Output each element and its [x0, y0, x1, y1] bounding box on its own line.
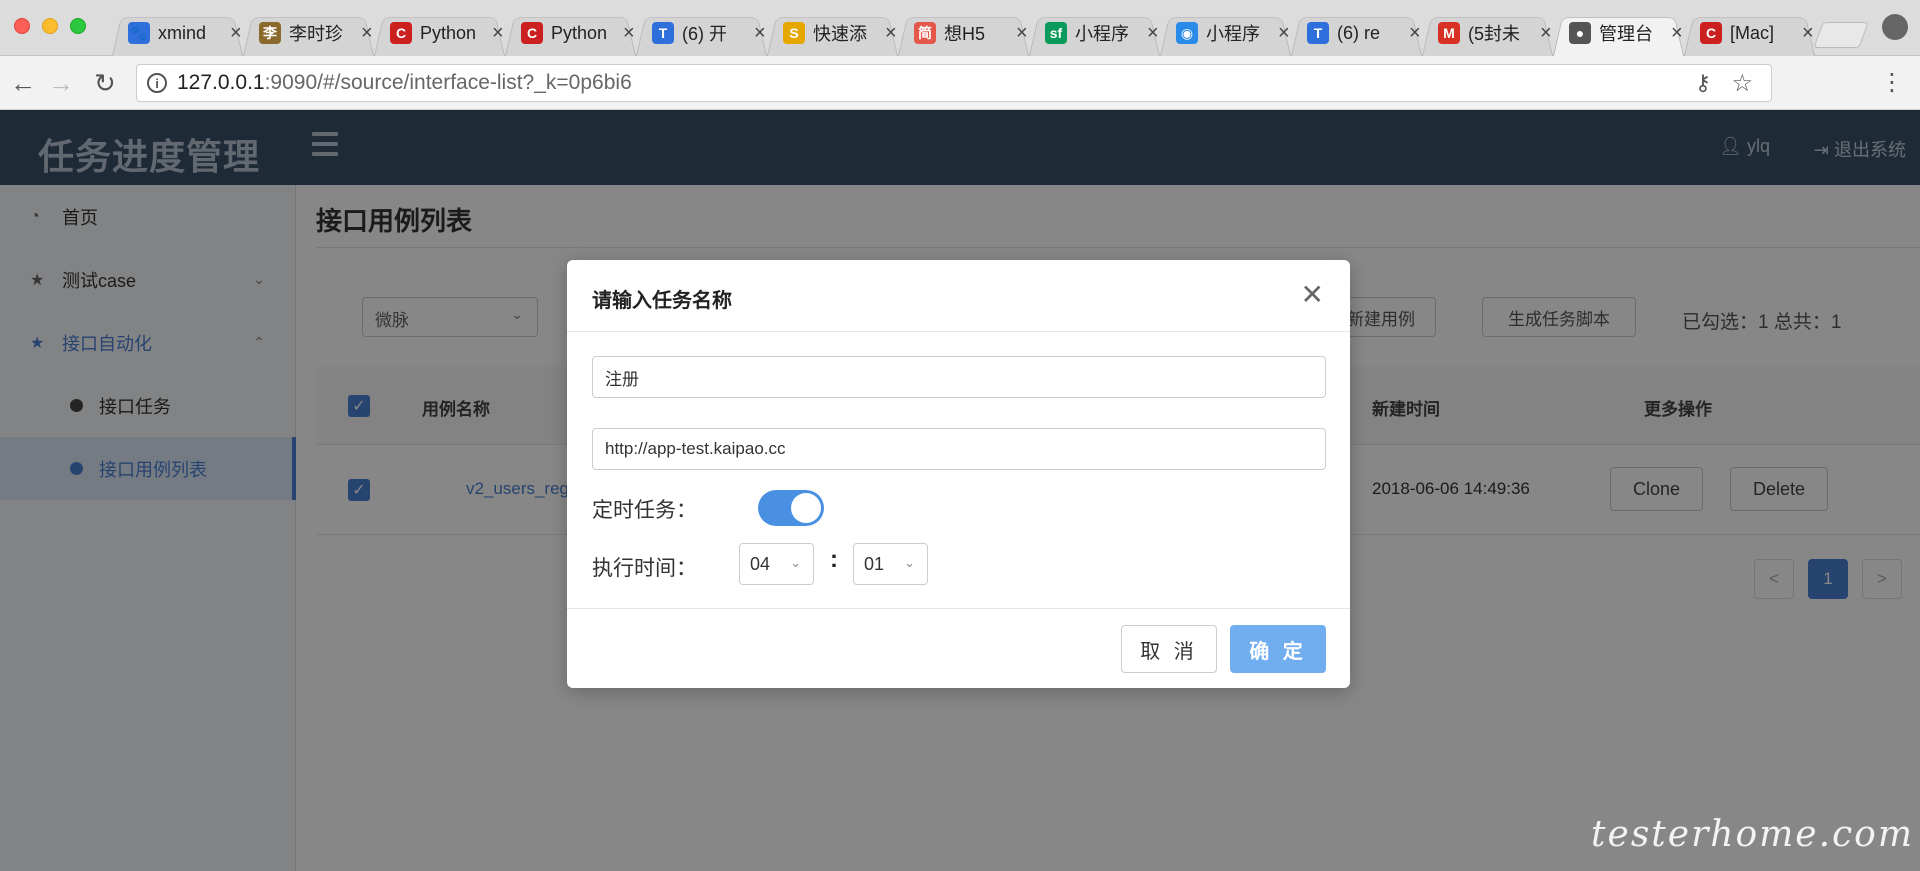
tab-close-icon[interactable]: × [1409, 22, 1421, 45]
forward-arrow-icon[interactable]: → [48, 68, 74, 99]
tab-title: 李时珍 [289, 24, 343, 44]
tab-close-icon[interactable]: × [885, 22, 897, 45]
schedule-label: 定时任务： [592, 499, 697, 522]
minute-value: 01 [864, 553, 885, 574]
browser-tab[interactable]: C Python × [505, 10, 636, 56]
bookmark-star-icon[interactable]: ☆ [1731, 69, 1753, 98]
browser-tab[interactable]: ◉ 小程序 × [1160, 10, 1291, 56]
tab-close-icon[interactable]: × [492, 22, 504, 45]
browser-tabs: 🐾 xmind × 李李时珍 × C Python × C Python × T (6) 开 × S 快速添 ×… [112, 10, 1815, 56]
tab-title: [Mac] [1730, 22, 1775, 43]
browser-tab[interactable]: 简想H5 × [898, 10, 1029, 56]
cancel-button[interactable]: 取 消 [1121, 625, 1217, 673]
browser-menu-icon[interactable]: ⋮ [1880, 68, 1904, 97]
hour-value: 04 [750, 553, 771, 574]
new-tab-button[interactable] [1813, 22, 1869, 48]
url-text: 127.0.0.1:9090/#/source/interface-list?_… [177, 71, 632, 95]
favicon-icon: T [652, 22, 674, 44]
time-separator: : [830, 546, 838, 573]
favicon-icon: ● [1569, 22, 1591, 44]
tab-close-icon[interactable]: × [1540, 22, 1552, 45]
minute-select[interactable]: 01 ⌄ [853, 543, 928, 585]
tab-close-icon[interactable]: × [361, 22, 373, 45]
tab-title: 管理台 [1599, 24, 1653, 44]
tab-close-icon[interactable]: × [1147, 22, 1159, 45]
tab-close-icon[interactable]: × [623, 22, 635, 45]
tab-title: (6) re [1337, 22, 1381, 43]
reload-icon[interactable]: ↻ [94, 68, 116, 99]
schedule-toggle[interactable] [758, 490, 824, 526]
tab-close-icon[interactable]: × [1802, 22, 1814, 45]
tab-title: 小程序 [1075, 24, 1129, 44]
tab-title: Python [551, 22, 608, 43]
browser-toolbar: ← → ↻ i 127.0.0.1:9090/#/source/interfac… [0, 56, 1920, 110]
chevron-down-icon: ⌄ [904, 555, 915, 570]
tab-close-icon[interactable]: × [1671, 22, 1683, 45]
tab-title: xmind [158, 22, 207, 43]
browser-tab[interactable]: 🐾 xmind × [112, 10, 243, 56]
watermark: testerhome.com [1591, 814, 1914, 855]
tab-title: 小程序 [1206, 24, 1260, 44]
minimize-window-button[interactable] [42, 18, 58, 34]
close-window-button[interactable] [14, 18, 30, 34]
favicon-icon: C [521, 22, 543, 44]
tab-title: Python [420, 22, 477, 43]
zoom-window-button[interactable] [70, 18, 86, 34]
browser-tab[interactable]: ● 管理台 × [1553, 10, 1684, 56]
profile-icon[interactable] [1882, 14, 1908, 40]
browser-tab[interactable]: T (6) re × [1291, 10, 1422, 56]
favicon-icon: sf [1045, 22, 1067, 44]
favicon-icon: S [783, 22, 805, 44]
task-name-dialog: 请输入任务名称 ✕ 注册 http://app-test.kaipao.cc 定… [567, 260, 1350, 688]
info-icon[interactable]: i [147, 73, 167, 93]
tab-title: 想H5 [944, 24, 986, 44]
browser-tab[interactable]: sf 小程序 × [1029, 10, 1160, 56]
tab-title: (6) 开 [682, 24, 727, 44]
browser-tab[interactable]: 李李时珍 × [243, 10, 374, 56]
close-icon[interactable]: ✕ [1301, 278, 1324, 311]
host-input[interactable]: http://app-test.kaipao.cc [592, 428, 1326, 470]
favicon-icon: C [1700, 22, 1722, 44]
exec-time-label: 执行时间： [592, 557, 697, 580]
browser-tab[interactable]: S 快速添 × [767, 10, 898, 56]
chevron-down-icon: ⌄ [790, 555, 801, 570]
browser-tabbar: 🐾 xmind × 李李时珍 × C Python × C Python × T (6) 开 × S 快速添 ×… [0, 0, 1920, 56]
browser-tab[interactable]: T (6) 开 × [636, 10, 767, 56]
tab-title: 快速添 [813, 24, 867, 44]
hour-select[interactable]: 04 ⌄ [739, 543, 814, 585]
tab-close-icon[interactable]: × [754, 22, 766, 45]
browser-tab[interactable]: M (5封未 × [1422, 10, 1553, 56]
confirm-button[interactable]: 确 定 [1230, 625, 1326, 673]
favicon-icon: ◉ [1176, 22, 1198, 44]
toggle-knob [791, 493, 821, 523]
favicon-icon: M [1438, 22, 1460, 44]
browser-tab[interactable]: C Python × [374, 10, 505, 56]
dialog-footer: 取 消 确 定 [567, 608, 1350, 688]
address-bar[interactable]: i 127.0.0.1:9090/#/source/interface-list… [136, 64, 1772, 102]
url-host: 127.0.0.1 [177, 71, 265, 94]
favicon-icon: T [1307, 22, 1329, 44]
dialog-header: 请输入任务名称 ✕ [567, 260, 1350, 332]
dialog-title: 请输入任务名称 [592, 290, 732, 312]
tab-title: (5封未 [1468, 24, 1521, 44]
favicon-icon: C [390, 22, 412, 44]
tab-close-icon[interactable]: × [230, 22, 242, 45]
task-name-input[interactable]: 注册 [592, 356, 1326, 398]
favicon-icon: 李 [259, 22, 281, 44]
favicon-icon: 简 [914, 22, 936, 44]
back-arrow-icon[interactable]: ← [10, 68, 36, 99]
tab-close-icon[interactable]: × [1016, 22, 1028, 45]
browser-tab[interactable]: C [Mac] × [1684, 10, 1815, 56]
tab-close-icon[interactable]: × [1278, 22, 1290, 45]
url-path: :9090/#/source/interface-list?_k=0p6bi6 [264, 71, 632, 94]
key-icon[interactable]: ⚷ [1695, 70, 1711, 96]
favicon-icon: 🐾 [128, 22, 150, 44]
